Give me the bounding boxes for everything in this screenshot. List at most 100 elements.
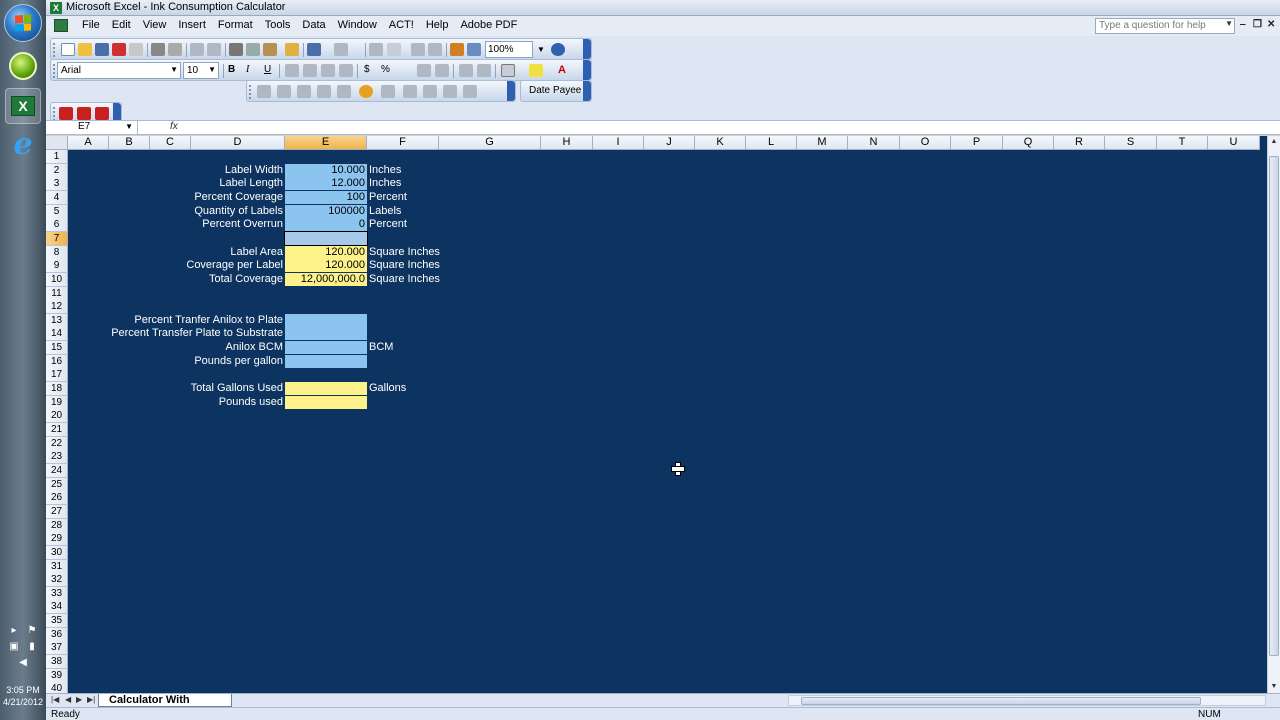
toolbar-options-button[interactable] — [583, 39, 591, 59]
percent-button[interactable]: % — [381, 64, 390, 75]
column-header-r[interactable]: R — [1054, 136, 1105, 150]
column-header-u[interactable]: U — [1208, 136, 1260, 150]
row-header-14[interactable]: 14 — [46, 327, 68, 342]
row-header-15[interactable]: 15 — [46, 341, 68, 356]
row-header-21[interactable]: 21 — [46, 423, 68, 437]
align-center-icon[interactable] — [303, 64, 317, 77]
font-color-icon[interactable]: A — [555, 64, 569, 77]
column-header-k[interactable]: K — [695, 136, 746, 150]
show-watch-icon[interactable] — [403, 85, 417, 98]
email-icon[interactable] — [129, 43, 143, 56]
underline-button[interactable]: U — [264, 64, 271, 75]
worksheet-grid[interactable]: ABCDEFGHIJKLMNOPQRSTU 1 2 3 4 5 6 7 8 9 10 11 12 13 1… — [46, 136, 1267, 693]
sort-descending-icon[interactable] — [428, 43, 442, 56]
row-header-16[interactable]: 16 — [46, 354, 68, 369]
row-header-9[interactable]: 9 — [46, 259, 68, 274]
row-header-30[interactable]: 30 — [46, 545, 68, 560]
row-header-24[interactable]: 24 — [46, 463, 68, 478]
row-header-25[interactable]: 25 — [46, 477, 68, 492]
menu-insert[interactable]: Insert — [172, 19, 212, 31]
minimize-workbook-button[interactable]: ‒ — [1240, 19, 1246, 30]
formula-auditing-icon[interactable] — [443, 85, 457, 98]
column-header-q[interactable]: Q — [1003, 136, 1054, 150]
start-button[interactable] — [4, 4, 42, 42]
row-header-7[interactable]: 7 — [46, 231, 68, 246]
cell-e5[interactable]: 100000 — [285, 204, 367, 218]
menu-file[interactable]: File — [76, 19, 106, 31]
cell-e13[interactable] — [285, 313, 367, 327]
cell-e18[interactable] — [285, 382, 367, 396]
convert-to-pdf-icon[interactable] — [59, 107, 73, 120]
workbook-icon[interactable] — [54, 19, 68, 32]
menu-tools[interactable]: Tools — [259, 19, 297, 31]
chevron-down-icon[interactable]: ▼ — [125, 122, 133, 131]
row-header-38[interactable]: 38 — [46, 655, 68, 670]
vertical-scrollbar[interactable]: ▲ ▼ — [1267, 136, 1280, 693]
row-header-13[interactable]: 13 — [46, 313, 68, 328]
circle-invalid-data-icon[interactable] — [359, 85, 373, 98]
chevron-down-icon[interactable]: ▼ — [537, 45, 551, 58]
cell-e16[interactable] — [285, 354, 367, 368]
network-icon[interactable]: ▮ — [25, 641, 39, 653]
column-header-h[interactable]: H — [541, 136, 593, 150]
horizontal-scrollbar[interactable] — [788, 695, 1266, 706]
column-header-d[interactable]: D — [191, 136, 285, 150]
row-header-35[interactable]: 35 — [46, 614, 68, 629]
autosum-icon[interactable] — [387, 43, 401, 56]
column-header-p[interactable]: P — [951, 136, 1003, 150]
vertical-scroll-thumb[interactable] — [1269, 156, 1279, 656]
taskbar-app-excel[interactable]: X — [5, 88, 41, 124]
select-all-button[interactable] — [46, 136, 68, 150]
row-header-2[interactable]: 2 — [46, 163, 68, 178]
row-header-32[interactable]: 32 — [46, 573, 68, 588]
help-search-input[interactable]: Type a question for help ▼ — [1095, 18, 1235, 34]
cell-e2[interactable]: 10.000 — [285, 163, 367, 177]
last-sheet-icon[interactable]: ▶| — [87, 695, 95, 704]
close-workbook-button[interactable]: ✕ — [1267, 19, 1275, 30]
row-header-20[interactable]: 20 — [46, 409, 68, 424]
increase-decimal-icon[interactable] — [417, 64, 431, 77]
column-header-c[interactable]: C — [150, 136, 191, 150]
column-header-e[interactable]: E — [285, 136, 367, 150]
row-header-23[interactable]: 23 — [46, 450, 68, 465]
column-header-n[interactable]: N — [848, 136, 900, 150]
row-header-29[interactable]: 29 — [46, 532, 68, 547]
column-header-l[interactable]: L — [746, 136, 797, 150]
currency-button[interactable]: $ — [364, 64, 370, 75]
row-header-22[interactable]: 22 — [46, 436, 68, 451]
italic-button[interactable]: I — [246, 64, 249, 75]
cell-e14[interactable] — [285, 327, 367, 341]
trace-error-icon[interactable] — [317, 85, 331, 98]
new-comment-icon[interactable] — [337, 85, 351, 98]
menu-adobe-pdf[interactable]: Adobe PDF — [454, 19, 523, 31]
action-center-flag-icon[interactable]: ⚑ — [25, 625, 39, 637]
sheet-tab-calculator[interactable]: Calculator With Pounds — [98, 694, 232, 718]
row-header-11[interactable]: 11 — [46, 286, 68, 301]
payee-button[interactable]: Payee — [553, 85, 581, 96]
research-icon[interactable] — [207, 43, 221, 56]
copy-icon[interactable] — [246, 43, 260, 56]
scroll-down-icon[interactable]: ▼ — [1268, 681, 1280, 693]
chevron-down-icon[interactable]: ▼ — [1225, 19, 1233, 28]
decrease-indent-icon[interactable] — [459, 64, 473, 77]
clock[interactable]: 3:05 PM 4/21/2012 — [0, 684, 46, 708]
row-header-36[interactable]: 36 — [46, 627, 68, 642]
decrease-decimal-icon[interactable] — [435, 64, 449, 77]
menu-edit[interactable]: Edit — [106, 19, 137, 31]
borders-icon[interactable] — [501, 64, 515, 77]
undo-icon[interactable] — [307, 43, 321, 56]
save-icon[interactable] — [95, 43, 109, 56]
cell-e3[interactable]: 12.000 — [285, 177, 367, 191]
first-sheet-icon[interactable]: |◀ — [51, 695, 59, 704]
menu-help[interactable]: Help — [420, 19, 455, 31]
help-icon[interactable] — [551, 43, 565, 56]
toolbar-options-button[interactable] — [583, 60, 591, 80]
remove-arrows-icon[interactable] — [297, 85, 311, 98]
evaluate-formula-icon[interactable] — [423, 85, 437, 98]
row-header-17[interactable]: 17 — [46, 368, 68, 383]
taskbar-app-green-orb[interactable] — [5, 48, 41, 84]
clear-validation-icon[interactable] — [381, 85, 395, 98]
excel-app-icon[interactable]: X — [50, 2, 62, 14]
trace-precedents-icon[interactable] — [257, 85, 271, 98]
column-header-o[interactable]: O — [900, 136, 951, 150]
